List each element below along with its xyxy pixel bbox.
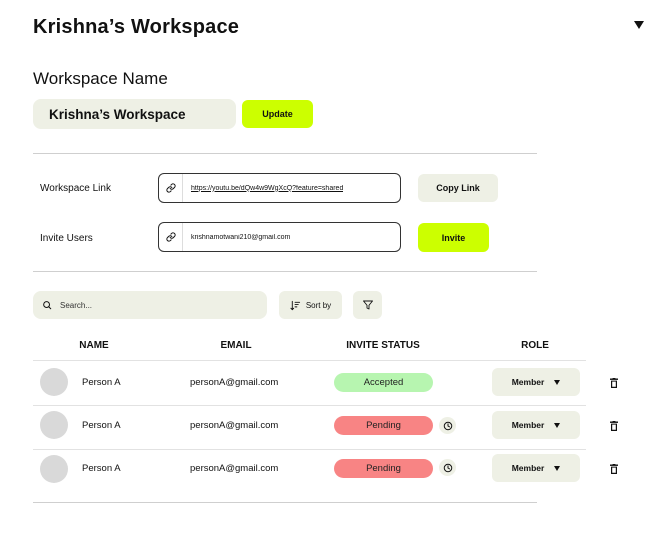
status-badge: Pending: [334, 416, 433, 435]
member-email: personA@gmail.com: [190, 463, 279, 474]
workspace-link-label: Workspace Link: [40, 183, 111, 194]
member-name: Person A: [82, 420, 121, 431]
link-icon: [159, 223, 183, 251]
filter-icon: [362, 299, 374, 311]
trash-icon[interactable]: [609, 377, 619, 388]
row-divider: [33, 360, 586, 361]
role-dropdown[interactable]: Member: [492, 411, 580, 439]
column-header-invite-status: INVITE STATUS: [346, 340, 420, 351]
role-label: Member: [511, 377, 545, 387]
search-icon: [42, 300, 52, 310]
link-icon: [159, 174, 183, 202]
column-header-role: ROLE: [521, 340, 549, 351]
workspace-link-url: https://youtu.be/dQw4w9WgXcQ?feature=sha…: [191, 184, 344, 192]
row-divider: [33, 405, 586, 406]
column-header-name: NAME: [79, 340, 109, 351]
role-dropdown[interactable]: Member: [492, 454, 580, 482]
invite-users-label: Invite Users: [40, 233, 93, 244]
divider: [33, 502, 537, 503]
workspace-link-field[interactable]: https://youtu.be/dQw4w9WgXcQ?feature=sha…: [158, 173, 401, 203]
invite-email-value: krishnamotwani210@gmail.com: [191, 233, 291, 241]
sort-button[interactable]: Sort by: [279, 291, 342, 319]
update-button[interactable]: Update: [242, 100, 313, 128]
row-divider: [33, 449, 586, 450]
caret-down-icon: [554, 422, 561, 428]
copy-link-button[interactable]: Copy Link: [418, 174, 498, 202]
member-email: personA@gmail.com: [190, 377, 279, 388]
search-bar[interactable]: [33, 291, 267, 319]
filter-button[interactable]: [353, 291, 382, 319]
sort-icon: [290, 300, 301, 311]
invite-email-field[interactable]: krishnamotwani210@gmail.com: [158, 222, 401, 252]
workspace-name-field[interactable]: Krishna’s Workspace: [33, 99, 236, 129]
member-email: personA@gmail.com: [190, 420, 279, 431]
status-badge: Pending: [334, 459, 433, 478]
member-name: Person A: [82, 463, 121, 474]
trash-icon[interactable]: [609, 463, 619, 474]
avatar: [40, 368, 68, 396]
avatar: [40, 455, 68, 483]
status-badge: Accepted: [334, 373, 433, 392]
search-input[interactable]: [60, 300, 240, 310]
member-name: Person A: [82, 377, 121, 388]
divider: [33, 153, 537, 154]
clock-icon[interactable]: [439, 459, 456, 476]
role-label: Member: [511, 420, 545, 430]
role-dropdown[interactable]: Member: [492, 368, 580, 396]
role-label: Member: [511, 463, 545, 473]
caret-down-icon: [554, 465, 561, 471]
workspace-title: Krishna’s Workspace: [33, 16, 240, 38]
avatar: [40, 411, 68, 439]
column-header-email: EMAIL: [220, 340, 252, 351]
invite-button[interactable]: Invite: [418, 223, 489, 252]
clock-icon[interactable]: [439, 417, 456, 434]
workspace-dropdown-icon[interactable]: [634, 21, 644, 29]
trash-icon[interactable]: [609, 420, 619, 431]
caret-down-icon: [554, 379, 561, 385]
divider: [33, 271, 537, 272]
sort-label: Sort by: [305, 300, 332, 310]
workspace-name-heading: Workspace Name: [33, 69, 168, 88]
